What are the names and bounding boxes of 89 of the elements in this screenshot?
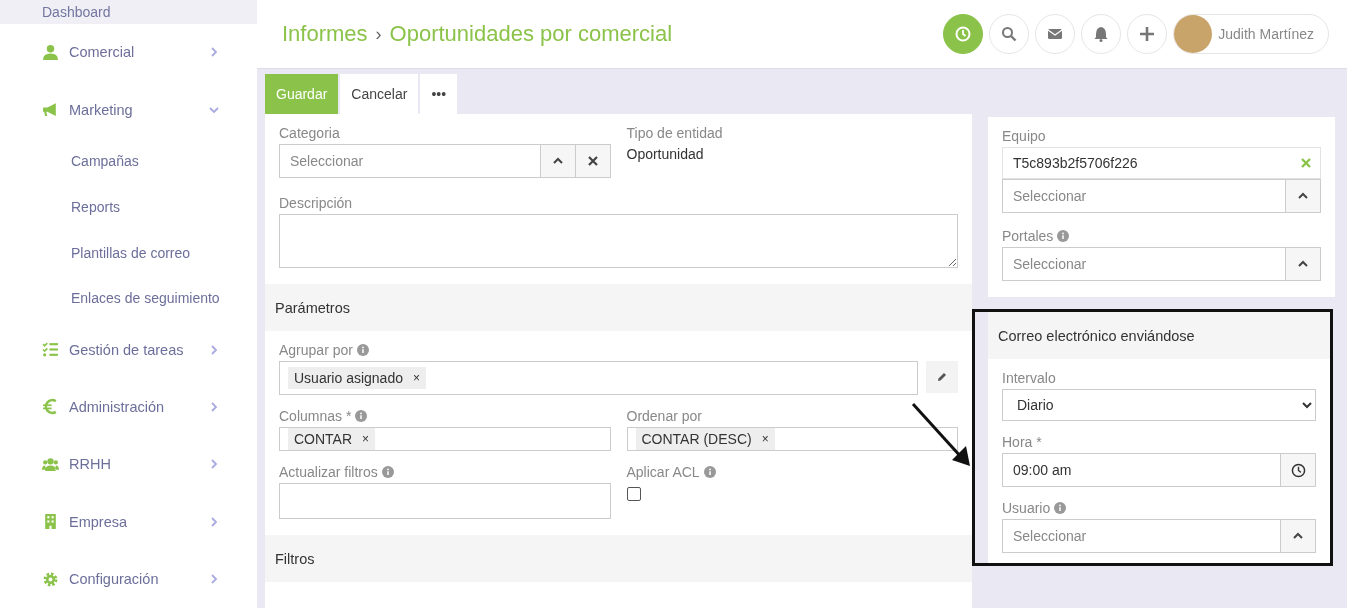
time-input[interactable]: 09:00 am (1002, 453, 1281, 487)
sidebar-item[interactable]: Administración (0, 378, 257, 436)
mail-button[interactable] (1035, 14, 1076, 54)
info-icon (355, 410, 368, 422)
field-label: Columnas * (279, 408, 352, 424)
avatar (1174, 15, 1213, 53)
remove-tag-icon[interactable]: × (761, 432, 769, 446)
field-label: Intervalo (1002, 370, 1056, 386)
euro-icon (42, 398, 59, 416)
user-menu-button[interactable]: Judith Martínez (1173, 14, 1329, 54)
remove-icon[interactable] (1300, 157, 1312, 169)
megaphone-icon (42, 101, 59, 119)
gear-icon (42, 570, 59, 588)
info-icon (381, 466, 394, 478)
info-icon (1057, 230, 1070, 242)
interval-select[interactable]: Diario (1002, 389, 1316, 421)
field-label: Tipo de entidad (626, 125, 723, 141)
time-picker-button[interactable] (1281, 453, 1316, 487)
sidebar-subitem[interactable]: Campañas (0, 138, 257, 185)
edit-button[interactable] (926, 361, 958, 393)
envelope-icon (1047, 26, 1064, 42)
search-icon (1001, 26, 1018, 42)
select-input[interactable]: Seleccionar (1002, 519, 1281, 553)
add-button[interactable] (1127, 14, 1168, 54)
sidebar-item[interactable]: Configuración (0, 550, 257, 608)
tag-input[interactable]: CONTAR × (279, 427, 611, 451)
select-input[interactable]: Seleccionar (1002, 179, 1286, 213)
tag-chip[interactable]: CONTAR (DESC) × (635, 428, 775, 450)
field-label: Aplicar ACL (626, 464, 700, 480)
selected-team-item: T5c893b2f5706f226 (1002, 147, 1321, 179)
tag-chip[interactable]: Usuario asignado × (288, 367, 426, 389)
field-label: Descripción (279, 195, 353, 211)
description-textarea[interactable] (279, 214, 958, 268)
remove-tag-icon[interactable]: × (362, 432, 370, 446)
toolbar-button[interactable]: ••• (420, 74, 458, 114)
sidebar-item[interactable]: RRHH (0, 435, 257, 494)
section-header: Filtros (265, 535, 972, 582)
select-input[interactable]: Seleccionar (279, 144, 541, 178)
close-icon (586, 155, 599, 167)
expand-button[interactable] (1286, 247, 1321, 281)
tag-label: CONTAR (294, 431, 353, 447)
clock-icon (1290, 462, 1306, 478)
section-header: Correo electrónico enviándose (988, 312, 1330, 359)
tag-label: Usuario asignado (294, 370, 403, 386)
sidebar-subitem[interactable]: Reports (0, 184, 257, 230)
building-icon (42, 513, 59, 531)
tag-chip[interactable]: CONTAR × (288, 428, 376, 450)
bell-icon (1093, 26, 1110, 42)
page-title: Oportunidades por comercial (389, 21, 673, 47)
pencil-icon (936, 371, 948, 383)
clock-icon (955, 26, 972, 42)
field-label: Actualizar filtros (279, 464, 378, 480)
field-label: Equipo (1002, 128, 1046, 144)
expand-button[interactable] (1286, 179, 1321, 213)
field-label: Usuario (1002, 500, 1051, 516)
tasks-icon (42, 341, 59, 359)
sidebar-subitem[interactable]: Plantillas de correo (0, 229, 257, 276)
sidebar-subitem[interactable]: Enlaces de seguimiento (0, 275, 257, 321)
clock-button[interactable] (943, 14, 984, 54)
remove-tag-icon[interactable]: × (412, 371, 420, 385)
search-button[interactable] (989, 14, 1030, 54)
notifications-button[interactable] (1081, 14, 1122, 54)
field-label: Agrupar por (279, 342, 353, 358)
tag-label: CONTAR (DESC) (641, 431, 752, 447)
expand-button[interactable] (1281, 519, 1316, 553)
select-input[interactable]: Seleccionar (1002, 247, 1286, 281)
clear-button[interactable] (575, 144, 611, 178)
users-icon (42, 455, 59, 473)
user-icon (42, 44, 59, 61)
checkbox[interactable] (626, 487, 641, 501)
tag-input[interactable]: Usuario asignado × (279, 361, 918, 395)
field-label: Hora * (1002, 434, 1042, 450)
breadcrumb-separator: › (375, 23, 382, 45)
sidebar-item[interactable]: Gestión de tareas (0, 320, 257, 379)
input-field[interactable] (279, 483, 611, 519)
info-icon (1054, 502, 1067, 514)
info-icon (703, 466, 716, 478)
info-icon (356, 344, 369, 356)
sidebar-item[interactable]: Comercial (0, 23, 257, 82)
field-label: Portales (1002, 228, 1054, 244)
field-label: Ordenar por (626, 408, 702, 424)
tag-input[interactable]: CONTAR (DESC) × (626, 427, 958, 451)
field-value: Oportunidad (626, 146, 705, 162)
field-label: Categoria (279, 125, 340, 141)
toolbar-button[interactable]: Cancelar (340, 74, 419, 114)
plus-icon (1139, 26, 1156, 42)
sidebar-item[interactable]: Empresa (0, 493, 257, 551)
section-header: Parámetros (265, 284, 972, 331)
sidebar-item[interactable]: Marketing (0, 81, 257, 139)
